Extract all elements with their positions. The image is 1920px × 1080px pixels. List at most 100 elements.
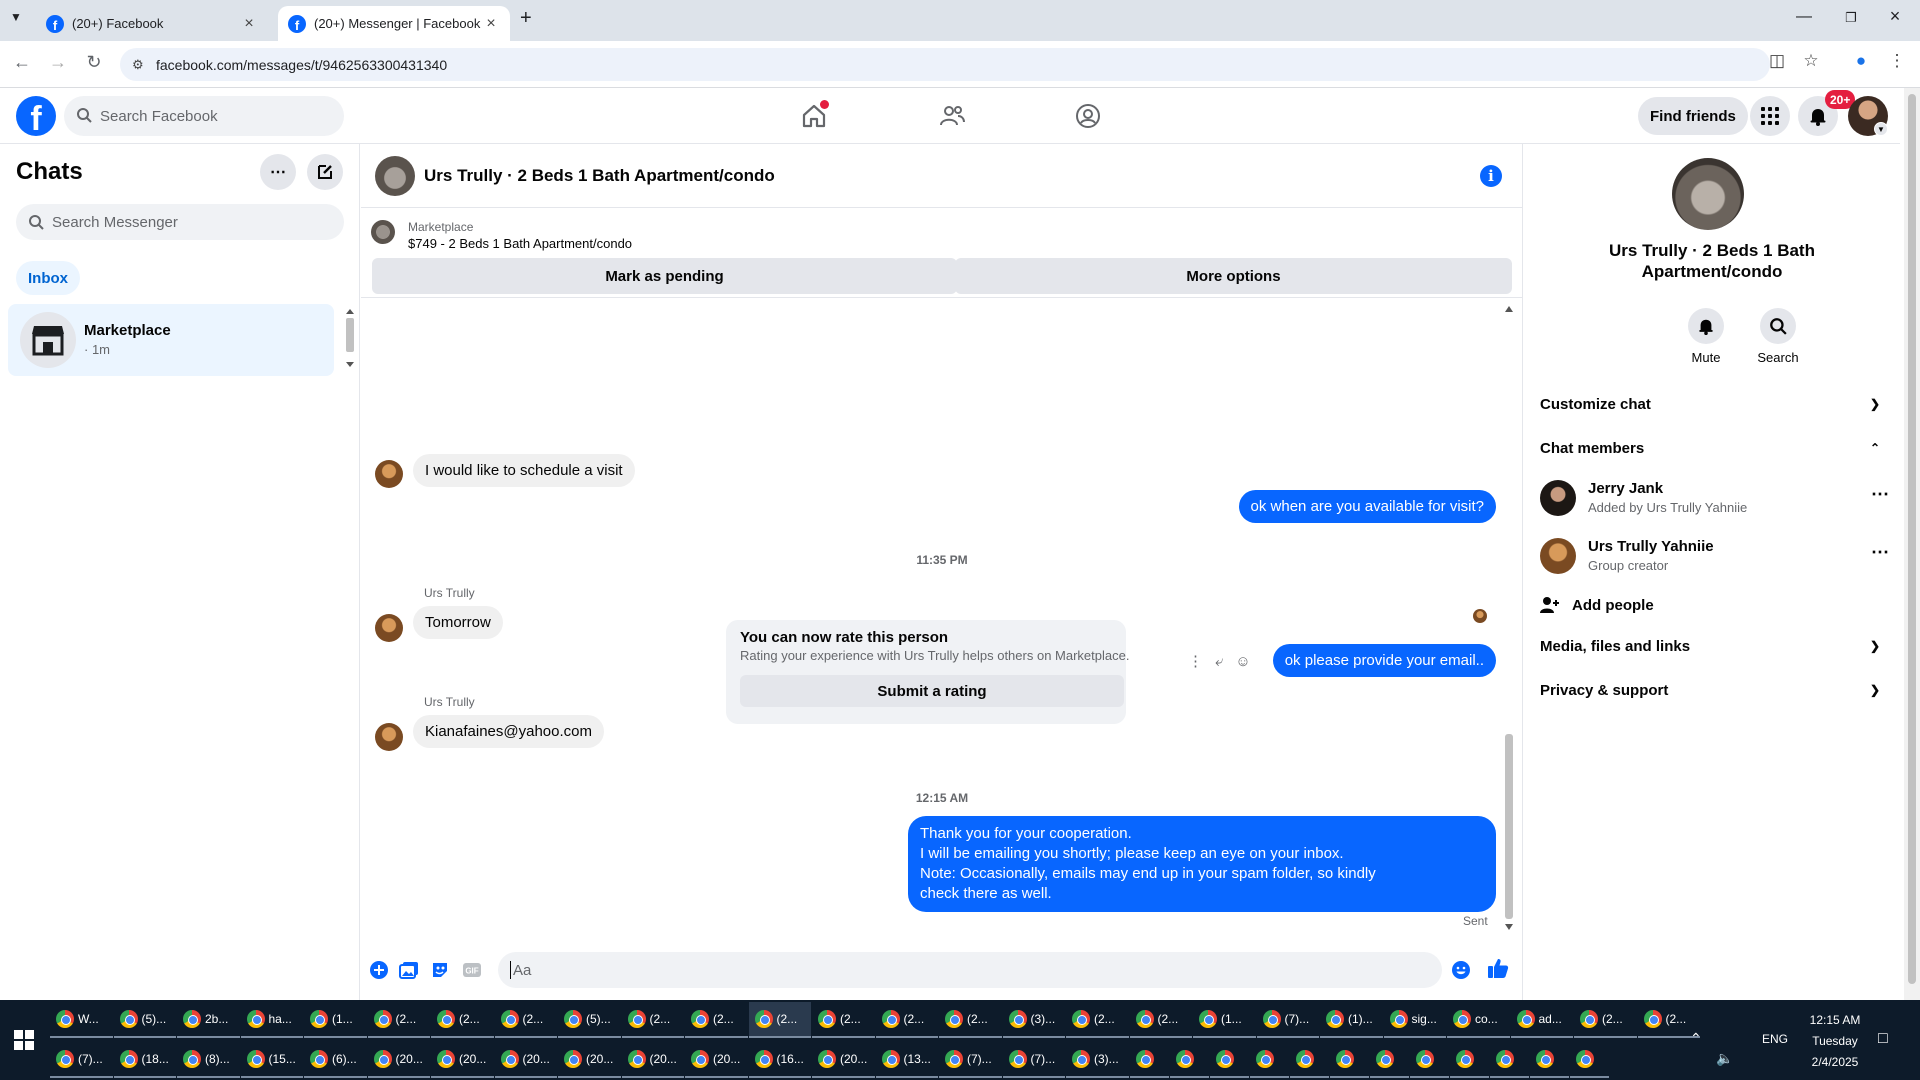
taskbar-app-button[interactable]: (3)... [1002,1002,1065,1038]
add-people-button[interactable]: Add people [1540,590,1654,620]
mark-as-pending-button[interactable]: Mark as pending [372,258,957,294]
taskbar-app-button[interactable]: (2... [812,1002,875,1038]
groups-icon[interactable] [1074,102,1102,130]
taskbar-app-button[interactable]: (2... [1574,1002,1637,1038]
conversation-avatar[interactable] [375,156,415,196]
friends-icon[interactable] [938,102,966,130]
conversation-title[interactable]: Urs Trully · 2 Beds 1 Bath Apartment/con… [424,166,775,186]
minimize-icon[interactable]: — [1789,8,1819,26]
close-icon[interactable]: × [482,15,500,33]
submit-rating-button[interactable]: Submit a rating [740,675,1124,707]
taskbar-app-button[interactable]: (2... [875,1002,938,1038]
find-friends-button[interactable]: Find friends [1638,97,1748,135]
taskbar-app-button[interactable]: (20... [685,1042,748,1078]
install-app-icon[interactable]: ◫ [1764,51,1790,71]
new-message-icon[interactable] [307,154,343,190]
taskbar-app-button[interactable]: (2... [1066,1002,1129,1038]
search-chat-button[interactable]: Search [1748,308,1808,365]
close-icon[interactable]: × [240,15,258,33]
taskbar-app-button[interactable] [1369,1042,1409,1078]
taskbar-app-button[interactable]: (13... [875,1042,938,1078]
taskbar-app-button[interactable]: (2... [685,1002,748,1038]
member-row[interactable]: Jerry Jank Added by Urs Trully Yahniie ⋯ [1540,472,1890,528]
taskbar-app-button[interactable]: (2... [1129,1002,1192,1038]
taskbar-app-button[interactable]: (2... [939,1002,1002,1038]
taskbar-app-button[interactable]: (2... [621,1002,684,1038]
site-info-icon[interactable]: ⚙ [132,57,144,73]
taskbar-app-button[interactable]: (20... [812,1042,875,1078]
messages-scrollbar[interactable] [1502,304,1516,934]
taskbar-app-button[interactable]: (7)... [1002,1042,1065,1078]
taskbar-app-button[interactable]: (7)... [50,1042,113,1078]
url-bar[interactable]: ⚙ facebook.com/messages/t/94625633004313… [120,48,1770,81]
taskbar-app-button[interactable]: co... [1447,1002,1510,1038]
page-scrollbar[interactable] [1904,88,1920,1000]
listing-avatar[interactable] [1672,158,1744,230]
customize-chat-section[interactable]: Customize chat ❯ [1540,384,1890,424]
taskbar-app-button[interactable] [1409,1042,1449,1078]
tab-messenger[interactable]: f (20+) Messenger | Facebook × [278,6,510,41]
chevron-down-icon[interactable]: ▼ [1874,122,1888,136]
privacy-support-section[interactable]: Privacy & support ❯ [1540,670,1890,710]
taskbar-app-button[interactable]: W... [50,1002,113,1038]
taskbar-app-button[interactable]: (3)... [1066,1042,1129,1078]
windows-start-icon[interactable] [14,1030,34,1050]
taskbar-app-button[interactable]: ad... [1510,1002,1573,1038]
sender-avatar[interactable] [375,614,403,642]
taskbar-app-button[interactable]: (1... [1193,1002,1256,1038]
taskbar-app-button[interactable]: (20... [431,1042,494,1078]
taskbar-app-button[interactable]: (20... [494,1042,557,1078]
taskbar-app-button[interactable]: (2... [367,1002,430,1038]
taskbar-app-button[interactable]: ha... [240,1002,303,1038]
language-indicator[interactable]: ENG [1762,1032,1788,1046]
system-clock[interactable]: 12:15 AM Tuesday 2/4/2025 [1790,1010,1880,1073]
sticker-icon[interactable] [429,959,451,981]
taskbar-app-button[interactable] [1449,1042,1489,1078]
taskbar-app-button[interactable]: (2... [748,1002,811,1038]
taskbar-app-button[interactable]: (20... [558,1042,621,1078]
taskbar-app-button[interactable] [1289,1042,1329,1078]
gif-icon[interactable]: GIF [461,959,483,981]
tab-search-chevron-icon[interactable]: ▼ [10,10,22,24]
info-icon[interactable]: i [1480,165,1502,187]
message-bubble-incoming[interactable]: Kianafaines@yahoo.com [413,715,604,748]
message-bubble-outgoing[interactable]: ok please provide your email.. [1272,644,1496,677]
member-row[interactable]: Urs Trully Yahniie Group creator ⋯ [1540,530,1890,586]
taskbar-app-button[interactable] [1489,1042,1529,1078]
message-bubble-outgoing[interactable]: ok when are you available for visit? [1238,490,1496,523]
react-emoji-icon[interactable]: ☺ [1235,653,1250,670]
taskbar-app-button[interactable]: (1)... [1320,1002,1383,1038]
sender-avatar[interactable] [375,460,403,488]
more-vertical-icon[interactable]: ⋮ [1188,652,1203,670]
forward-icon[interactable]: → [46,52,70,73]
volume-icon[interactable]: 🔈 [1716,1050,1733,1067]
taskbar-app-button[interactable]: sig... [1383,1002,1446,1038]
message-bubble-incoming[interactable]: I would like to schedule a visit [413,454,635,487]
taskbar-app-button[interactable]: (2... [494,1002,557,1038]
bookmark-star-icon[interactable]: ☆ [1798,51,1824,71]
thumbs-up-icon[interactable] [1487,957,1509,979]
plus-circle-icon[interactable] [368,959,390,981]
media-files-links-section[interactable]: Media, files and links ❯ [1540,626,1890,666]
more-options-icon[interactable]: ⋯ [1871,484,1890,505]
sidebar-scrollbar[interactable] [344,308,356,368]
taskbar-app-button[interactable]: (5)... [113,1002,176,1038]
new-tab-icon[interactable]: + [520,7,532,30]
taskbar-app-button[interactable]: (20... [367,1042,430,1078]
taskbar-app-button[interactable]: (7)... [1256,1002,1319,1038]
taskbar-app-button[interactable]: (15... [240,1042,303,1078]
more-options-icon[interactable]: ⋯ [1871,542,1890,563]
tray-chevron-icon[interactable]: ⌃ [1690,1030,1702,1047]
sender-avatar[interactable] [375,723,403,751]
profile-icon[interactable]: ● [1848,51,1874,71]
emoji-icon[interactable] [1450,959,1472,981]
messenger-search-input[interactable]: Search Messenger [16,204,344,240]
photo-icon[interactable] [398,959,420,981]
taskbar-app-button[interactable]: (6)... [304,1042,367,1078]
taskbar-app-button[interactable] [1569,1042,1609,1078]
taskbar-app-button[interactable]: (20... [621,1042,684,1078]
message-input[interactable]: Aa [498,952,1442,988]
reload-icon[interactable]: ↻ [82,52,106,73]
chat-members-section[interactable]: Chat members ⌃ [1540,428,1890,468]
taskbar-app-button[interactable] [1129,1042,1169,1078]
